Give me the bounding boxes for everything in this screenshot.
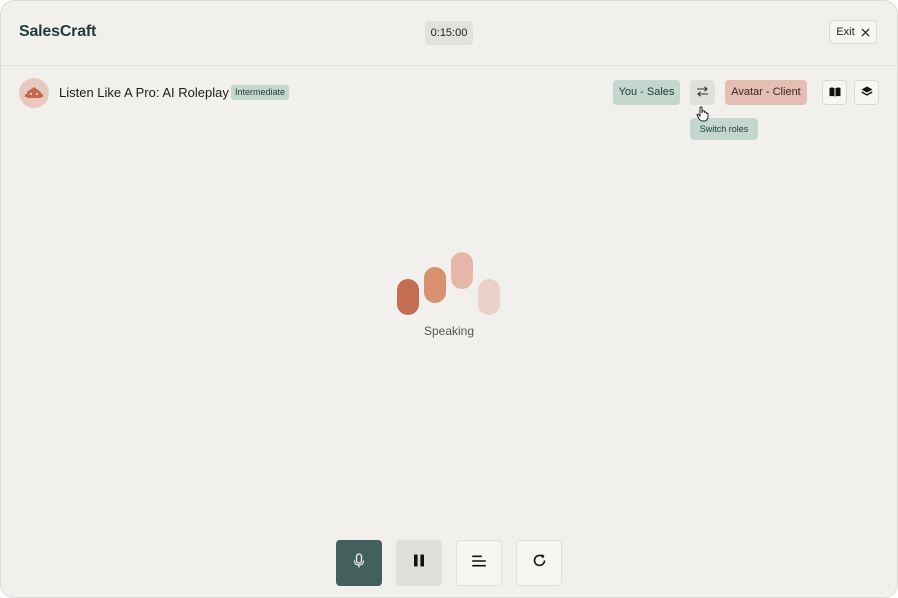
top-bar: SalesCraft 0:15:00 Exit	[1, 1, 897, 66]
wave-bar-3	[451, 252, 473, 289]
transcript-button[interactable]	[456, 540, 502, 586]
layers-icon	[860, 84, 873, 102]
align-left-icon	[471, 554, 487, 572]
close-icon	[861, 26, 870, 39]
wave-bar-4	[478, 279, 500, 315]
app-logo: SalesCraft	[19, 23, 97, 40]
pause-icon	[413, 554, 425, 572]
robot-icon	[19, 78, 49, 108]
exit-label: Exit	[836, 26, 855, 38]
role-avatar-client[interactable]: Avatar - Client	[725, 80, 807, 105]
speaking-status: Speaking	[423, 324, 475, 338]
switch-roles-button[interactable]	[690, 80, 715, 105]
swap-arrows-icon	[696, 84, 709, 102]
voice-wave-indicator	[397, 252, 503, 316]
role-you-sales[interactable]: You - Sales	[613, 80, 680, 105]
level-badge: Intermediate	[231, 85, 290, 100]
session-title: Listen Like A Pro: AI Roleplay	[59, 85, 229, 100]
session-timer: 0:15:00	[425, 21, 473, 45]
microphone-icon	[353, 552, 365, 574]
app-window: SalesCraft 0:15:00 Exit Listen Like A Pr…	[0, 0, 898, 598]
wave-bar-2	[424, 267, 446, 303]
pause-button[interactable]	[396, 540, 442, 586]
hand-cursor-icon	[696, 106, 710, 122]
mic-button[interactable]	[336, 540, 382, 586]
wave-bar-1	[397, 279, 419, 315]
exit-button[interactable]: Exit	[829, 20, 877, 44]
restart-button[interactable]	[516, 540, 562, 586]
book-icon	[829, 84, 841, 102]
guide-button[interactable]	[822, 80, 847, 105]
session-toolbar: Listen Like A Pro: AI Roleplay Intermedi…	[1, 66, 897, 140]
layers-button[interactable]	[854, 80, 879, 105]
refresh-icon	[532, 553, 547, 573]
